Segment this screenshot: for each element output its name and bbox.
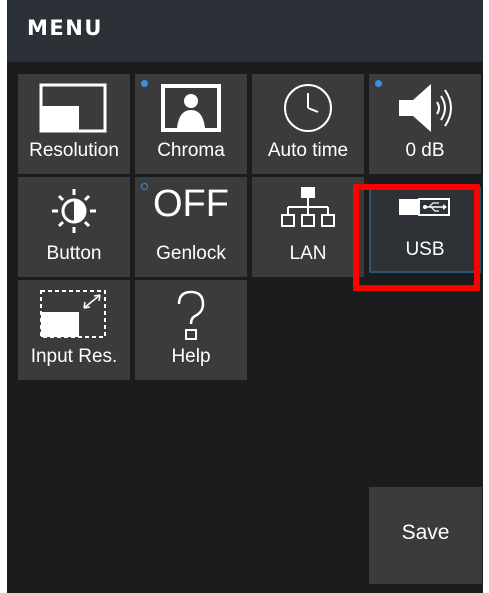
speaker-volume-icon bbox=[399, 84, 452, 132]
tile-label: Button bbox=[46, 243, 102, 264]
question-mark-icon bbox=[177, 290, 205, 340]
chroma-person-icon bbox=[161, 84, 221, 132]
genlock-value: OFF bbox=[153, 183, 229, 225]
tile-resolution[interactable]: Resolution bbox=[18, 74, 130, 174]
tile-button[interactable]: Button bbox=[18, 177, 130, 277]
save-label: Save bbox=[401, 521, 450, 544]
tile-chroma[interactable]: Chroma bbox=[135, 74, 247, 174]
tile-label: Resolution bbox=[29, 140, 119, 161]
tile-label: LAN bbox=[289, 243, 327, 264]
tile-lan[interactable]: LAN bbox=[252, 177, 364, 277]
input-resolution-icon bbox=[40, 290, 106, 338]
menu-header: MENU bbox=[7, 0, 483, 62]
tile-help[interactable]: Help bbox=[135, 280, 247, 380]
save-button[interactable]: Save bbox=[369, 487, 482, 584]
tile-genlock[interactable]: OFF Genlock bbox=[135, 177, 247, 277]
resolution-icon bbox=[39, 83, 107, 133]
tile-label: Chroma bbox=[157, 140, 225, 161]
tile-label: 0 dB bbox=[405, 140, 445, 161]
tile-auto-time[interactable]: Auto time bbox=[252, 74, 364, 174]
tile-input-res[interactable]: Input Res. bbox=[18, 280, 130, 380]
tile-label: Genlock bbox=[156, 243, 226, 264]
tile-volume[interactable]: 0 dB bbox=[369, 74, 481, 174]
brightness-icon bbox=[52, 189, 96, 233]
tile-label: Auto time bbox=[267, 140, 349, 161]
selection-highlight bbox=[353, 184, 480, 291]
clock-icon bbox=[284, 84, 332, 132]
menu-title: MENU bbox=[27, 16, 103, 40]
tile-label: Help bbox=[171, 346, 211, 367]
tile-label: Input Res. bbox=[30, 346, 118, 367]
network-icon bbox=[281, 187, 335, 227]
